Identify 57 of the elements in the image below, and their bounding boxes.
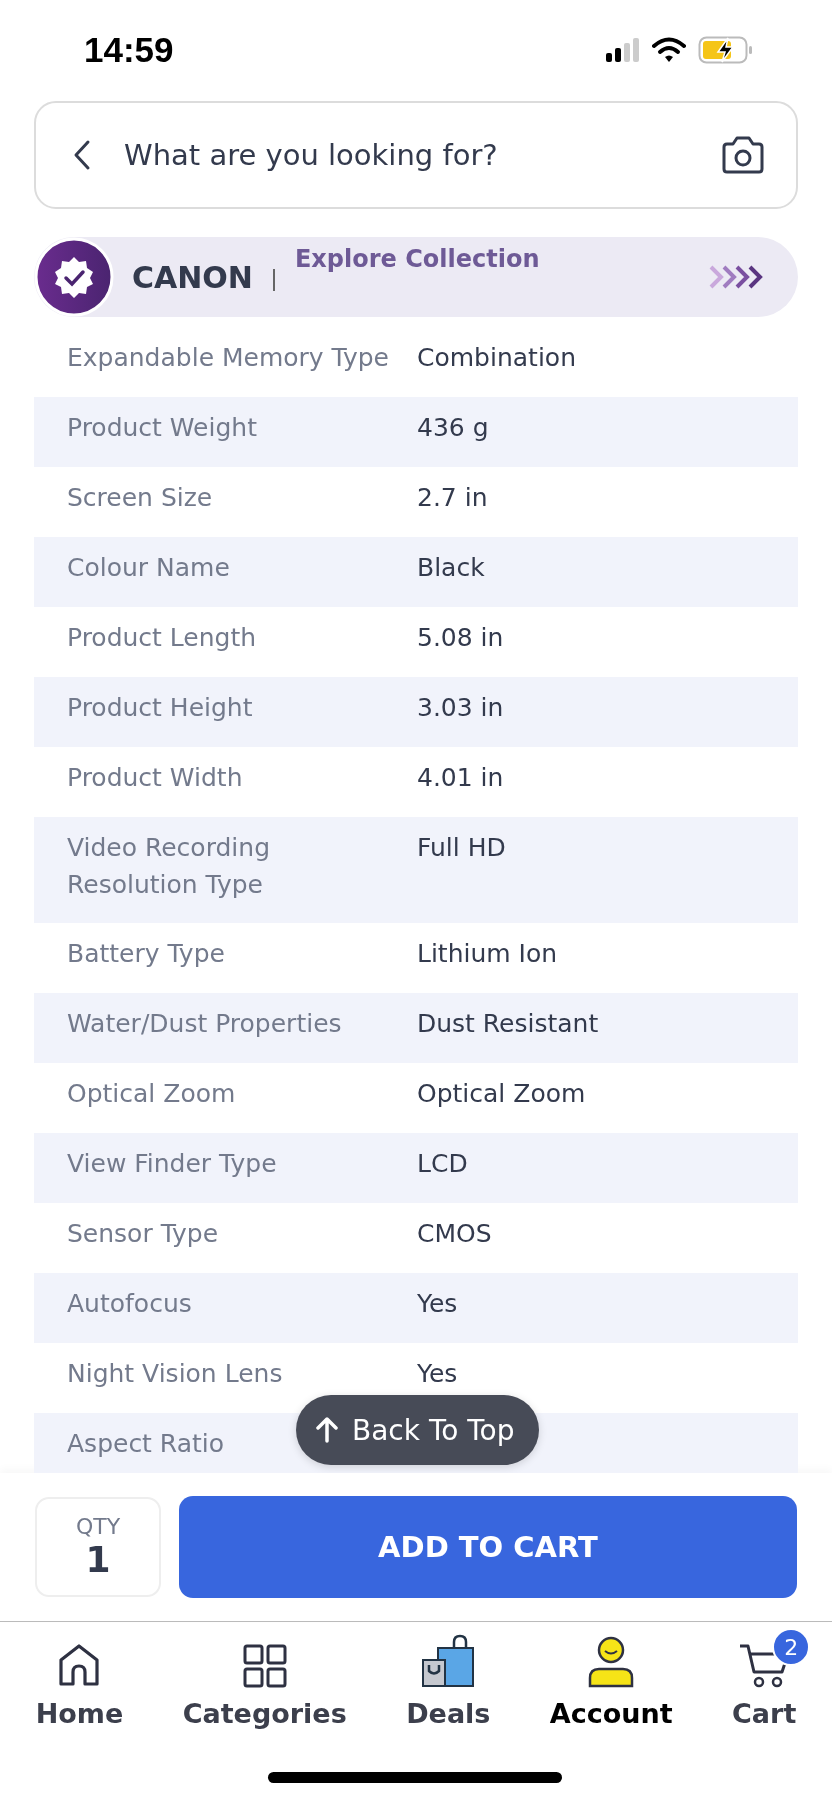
- wifi-icon: [652, 37, 686, 63]
- brand-name: CANON: [132, 259, 253, 295]
- cart-count-badge: 2: [772, 1628, 811, 1666]
- spec-label: Product Length: [67, 622, 257, 654]
- spec-value: Optical Zoom: [417, 1078, 586, 1110]
- spec-label: Sensor Type: [67, 1218, 219, 1250]
- spec-value: Black: [417, 552, 485, 584]
- home-icon: [57, 1642, 102, 1688]
- spec-value: Lithium Ion: [417, 938, 558, 970]
- signal-icon: [606, 38, 640, 62]
- arrow-up-icon: [316, 1417, 338, 1443]
- explore-collection-link[interactable]: Explore Collection: [294, 245, 540, 273]
- spec-value: Yes: [417, 1288, 458, 1320]
- battery-charging-icon: [698, 36, 754, 64]
- nav-tab[interactable]: Home: [35, 1632, 124, 1729]
- verified-badge-icon: [34, 237, 114, 317]
- quantity-label: QTY: [75, 1514, 121, 1539]
- spec-label: Aspect Ratio: [67, 1428, 225, 1460]
- nav-tab[interactable]: Categories: [182, 1632, 347, 1729]
- spec-label: Autofocus: [67, 1288, 192, 1320]
- quantity-value: 1: [85, 1539, 111, 1580]
- spec-label: Screen Size: [67, 482, 213, 514]
- nav-tab[interactable]: Deals: [406, 1632, 491, 1729]
- spec-value: 5.08 in: [417, 622, 504, 654]
- spec-label: Product Height: [67, 692, 253, 724]
- spec-value: 3.03 in: [417, 692, 504, 724]
- spec-label: Colour Name: [67, 552, 230, 584]
- spec-label: Night Vision Lens: [67, 1358, 283, 1390]
- spec-label: Optical Zoom: [67, 1078, 236, 1110]
- spec-value: Full HD: [417, 832, 506, 864]
- spec-label: Product Width: [67, 762, 243, 794]
- add-to-cart-button[interactable]: ADD TO CART: [179, 1496, 797, 1598]
- spec-value: 4.01 in: [417, 762, 504, 794]
- search-field[interactable]: What are you looking for?: [122, 137, 690, 173]
- spec-label: View Finder Type: [67, 1148, 277, 1180]
- spec-value: 436 g: [417, 412, 489, 444]
- spec-label: Video Recording Resolution Type: [67, 832, 272, 901]
- user-icon: [587, 1636, 636, 1688]
- camera-icon[interactable]: [720, 135, 766, 175]
- quantity-field[interactable]: QTY 1: [35, 1497, 161, 1597]
- spec-value: LCD: [417, 1148, 468, 1180]
- spec-value: 2.7 in: [417, 482, 488, 514]
- status-time: 14:59: [84, 30, 174, 70]
- spec-value: Yes: [417, 1358, 458, 1390]
- grid-icon: [242, 1644, 287, 1688]
- spec-label: Product Weight: [67, 412, 257, 444]
- shopping-bags-icon: [421, 1634, 476, 1688]
- brand-banner[interactable]: CANON Explore Collection: [34, 237, 798, 317]
- spec-label: Water/Dust Properties: [67, 1008, 342, 1040]
- spec-label: Expandable Memory Type: [67, 342, 389, 374]
- back-icon[interactable]: [72, 139, 92, 171]
- spec-label: Battery Type: [67, 938, 225, 970]
- nav-tab[interactable]: Account: [549, 1632, 673, 1729]
- spec-value: Dust Resistant: [417, 1008, 599, 1040]
- back-to-top-button[interactable]: Back To Top: [296, 1395, 539, 1465]
- spec-value: Combination: [417, 342, 576, 374]
- spec-value: CMOS: [417, 1218, 492, 1250]
